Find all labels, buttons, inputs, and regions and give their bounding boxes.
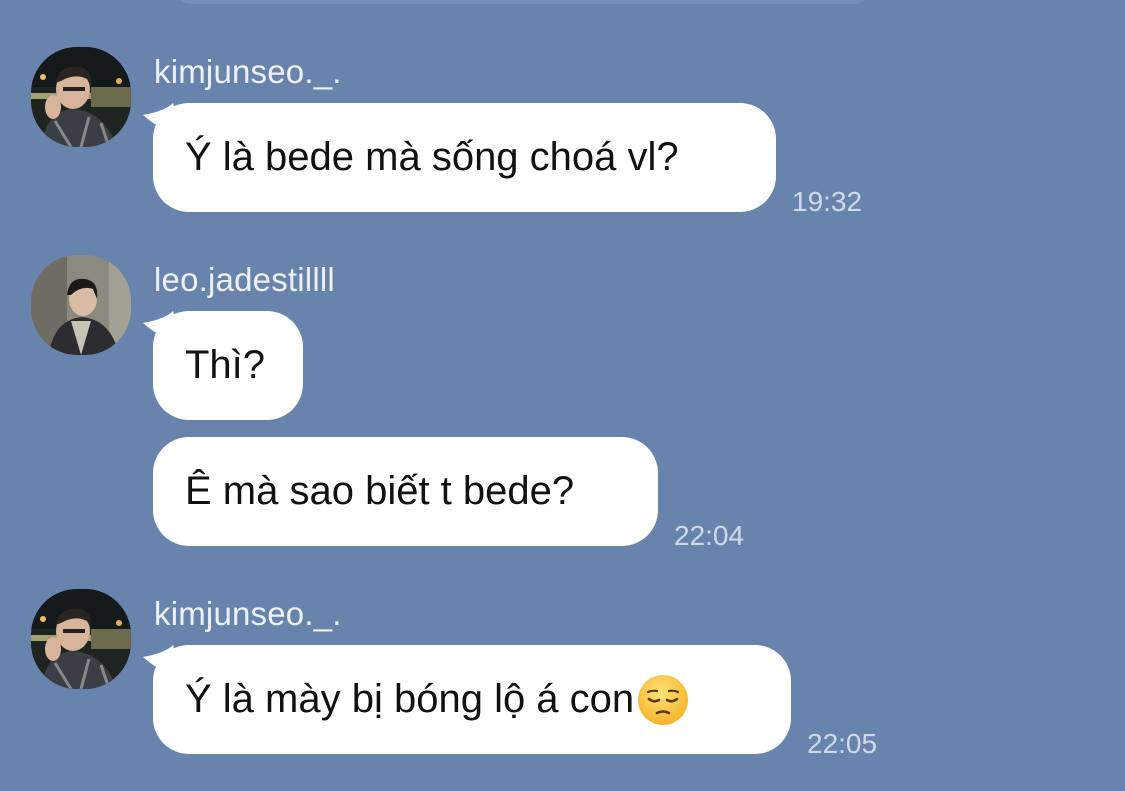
avatar[interactable]: [31, 47, 131, 147]
avatar-leo-image: [31, 255, 131, 355]
message-time: 22:05: [807, 728, 878, 759]
message-text: Ý là mày bị bóng lộ á con: [185, 677, 635, 721]
previous-message-bubble[interactable]: [170, 0, 875, 4]
message-bubble[interactable]: Ê mà sao biết t bede?: [153, 437, 658, 546]
message-time: 19:32: [792, 186, 863, 217]
avatar[interactable]: [31, 255, 131, 355]
pensive-face-emoji: [638, 674, 689, 725]
chat-view: kimjunseo._. Ý là bede mà sống choá vl? …: [0, 0, 1125, 791]
message-bubble[interactable]: Ý là mày bị bóng lộ á con: [153, 645, 791, 754]
message-text: Ý là bede mà sống choá vl?: [185, 135, 679, 179]
avatar-kimjunseo-image: [31, 47, 131, 147]
sender-name: leo.jadestillll: [154, 261, 335, 298]
sender-name: kimjunseo._.: [154, 53, 342, 90]
message-bubble[interactable]: Thì?: [153, 311, 303, 420]
message-bubble[interactable]: Ý là bede mà sống choá vl?: [153, 103, 776, 212]
message-text: Thì?: [185, 343, 266, 387]
message-time: 22:04: [674, 520, 745, 551]
message-text: Ê mà sao biết t bede?: [185, 469, 575, 513]
avatar[interactable]: [31, 589, 131, 689]
sender-name: kimjunseo._.: [154, 595, 342, 632]
avatar-kimjunseo-image: [31, 589, 131, 689]
